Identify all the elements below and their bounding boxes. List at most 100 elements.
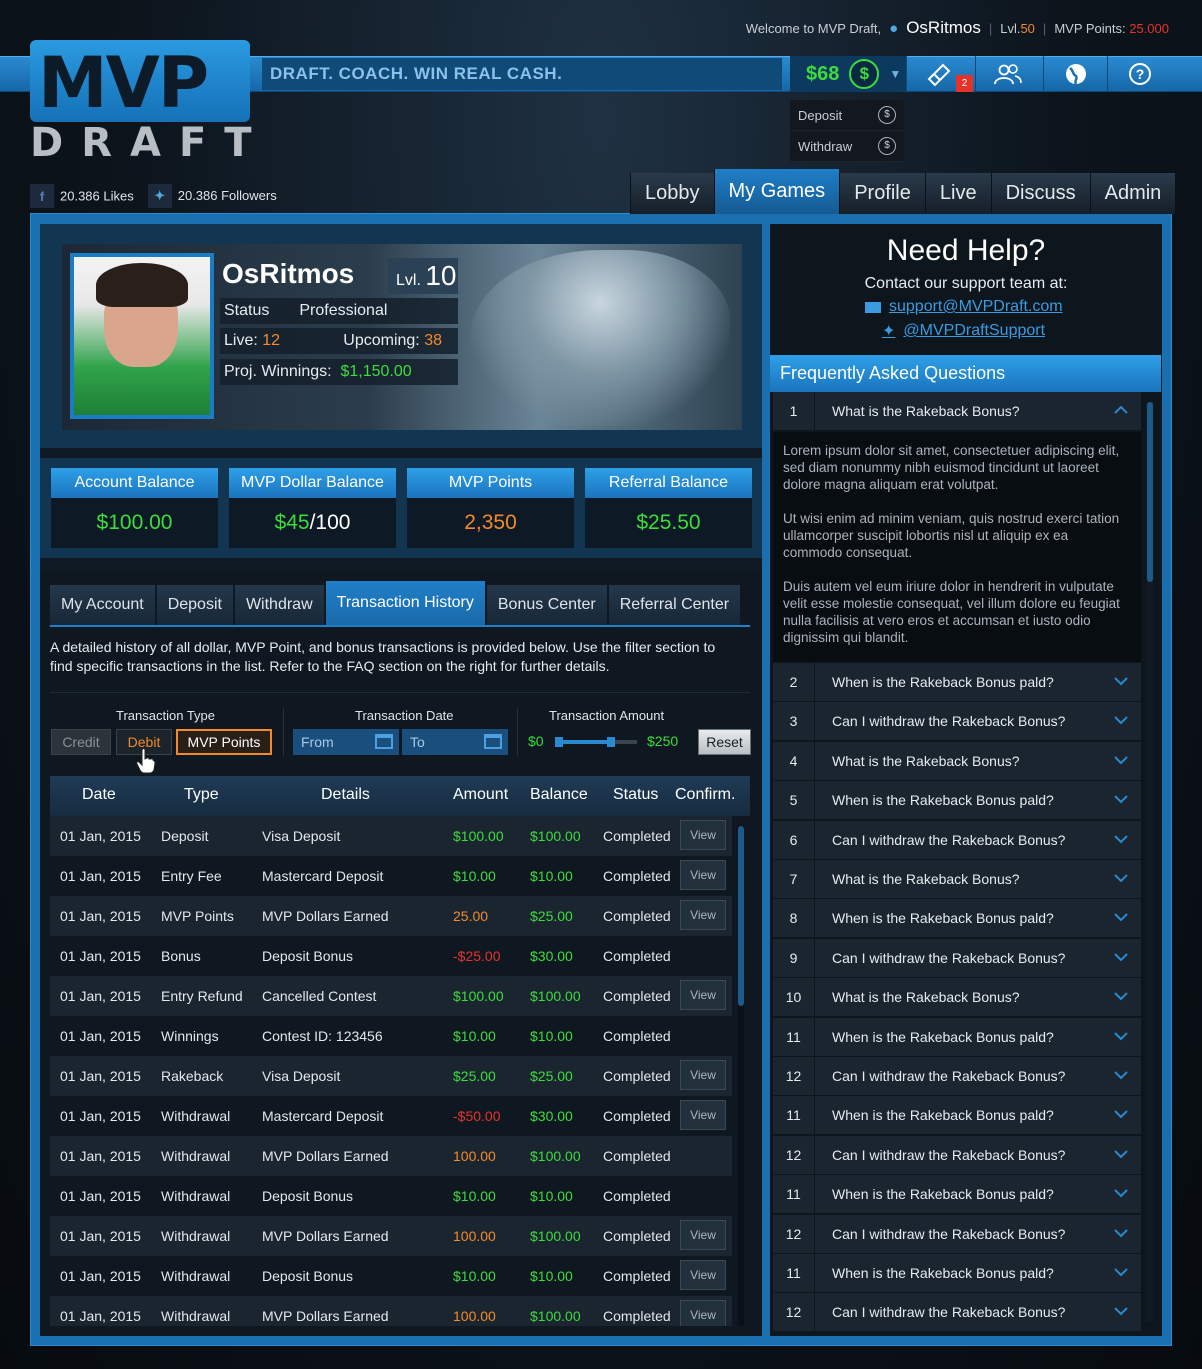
- view-button[interactable]: View: [680, 1260, 726, 1290]
- chevron-down-icon[interactable]: [1114, 791, 1128, 807]
- chevron-down-icon[interactable]: [1114, 1067, 1128, 1083]
- dollar-balance-button[interactable]: $68 $ ▼: [790, 56, 906, 92]
- table-row[interactable]: 01 Jan, 2015 Entry Refund Cancelled Contes…: [50, 976, 732, 1016]
- tab-transaction-history[interactable]: Transaction History: [325, 581, 485, 625]
- chevron-down-icon[interactable]: [1114, 1106, 1128, 1122]
- faq-item[interactable]: 11 When is the Rakeback Bonus pald?: [773, 1254, 1141, 1293]
- menu-item-deposit[interactable]: Deposit $: [790, 100, 904, 131]
- faq-question: When is the Rakeback Bonus pald?: [832, 1265, 1054, 1281]
- calendar-icon[interactable]: [484, 734, 502, 749]
- view-button[interactable]: View: [680, 1220, 726, 1250]
- faq-item[interactable]: 2 When is the Rakeback Bonus pald?: [773, 663, 1141, 702]
- reset-button[interactable]: Reset: [698, 729, 751, 755]
- faq-item[interactable]: 7 What is the Rakeback Bonus?: [773, 860, 1141, 899]
- tab-profile[interactable]: Profile: [839, 173, 925, 214]
- slider-max-handle[interactable]: [607, 737, 615, 747]
- faq-item[interactable]: 9 Can I withdraw the Rakeback Bonus?: [773, 938, 1141, 978]
- tab-deposit[interactable]: Deposit: [156, 585, 233, 625]
- tab-lobby[interactable]: Lobby: [630, 173, 714, 214]
- chevron-down-icon[interactable]: [1114, 1146, 1128, 1162]
- twitter-followers[interactable]: ✦ 20.386 Followers: [147, 184, 277, 208]
- slider-min-handle[interactable]: [555, 737, 563, 747]
- chevron-down-icon[interactable]: [1114, 988, 1128, 1004]
- table-row[interactable]: 01 Jan, 2015 Withdrawal Deposit Bonus $10.0…: [50, 1256, 732, 1296]
- view-button[interactable]: View: [680, 1060, 726, 1090]
- facebook-likes[interactable]: f 20.386 Likes: [30, 184, 134, 208]
- friends-icon[interactable]: [975, 56, 1039, 92]
- faq-item[interactable]: 12 Can I withdraw the Rakeback Bonus?: [773, 1135, 1141, 1175]
- support-twitter-link[interactable]: ✦ @MVPDraftSupport: [882, 321, 1045, 341]
- chevron-down-icon[interactable]: [1114, 673, 1128, 689]
- faq-item[interactable]: 8 When is the Rakeback Bonus pald?: [773, 899, 1141, 939]
- date-to-field[interactable]: To: [402, 729, 508, 755]
- table-row[interactable]: 01 Jan, 2015 Withdrawal MVP Dollars Earned…: [50, 1296, 732, 1326]
- faq-item[interactable]: 12 Can I withdraw the Rakeback Bonus?: [773, 1057, 1141, 1096]
- table-row[interactable]: 01 Jan, 2015 MVP Points MVP Dollars Earned…: [50, 896, 732, 936]
- faq-item[interactable]: 10 What is the Rakeback Bonus?: [773, 978, 1141, 1018]
- date-from-field[interactable]: From: [293, 729, 399, 755]
- tab-bonus-center[interactable]: Bonus Center: [486, 585, 607, 625]
- filter-mvp-points-button[interactable]: MVP Points: [176, 729, 272, 755]
- faq-question: What is the Rakeback Bonus?: [832, 752, 1020, 769]
- chevron-down-icon[interactable]: [1114, 712, 1128, 728]
- table-row[interactable]: 01 Jan, 2015 Withdrawal Mastercard Deposit…: [50, 1096, 732, 1136]
- view-button[interactable]: View: [680, 900, 726, 930]
- faq-item[interactable]: 1 What is the Rakeback Bonus?: [773, 392, 1141, 431]
- chevron-down-icon[interactable]: [1114, 1264, 1128, 1280]
- calendar-icon[interactable]: [375, 734, 393, 749]
- cell-amount: 100.00: [453, 1228, 496, 1244]
- tab-discuss[interactable]: Discuss: [990, 173, 1090, 214]
- table-row[interactable]: 01 Jan, 2015 Entry Fee Mastercard Deposit $…: [50, 856, 732, 896]
- chevron-up-icon[interactable]: [1114, 402, 1128, 418]
- tab-my-account[interactable]: My Account: [50, 585, 155, 625]
- amount-range-slider[interactable]: [555, 737, 637, 747]
- faq-item[interactable]: 5 When is the Rakeback Bonus pald?: [773, 781, 1141, 821]
- chevron-down-icon[interactable]: [1114, 949, 1128, 965]
- faq-item[interactable]: 6 Can I withdraw the Rakeback Bonus?: [773, 820, 1141, 860]
- view-button[interactable]: View: [680, 860, 726, 890]
- avatar[interactable]: [70, 253, 214, 419]
- chevron-down-icon[interactable]: [1114, 870, 1128, 886]
- table-scrollbar[interactable]: [738, 826, 744, 1326]
- faq-scrollbar[interactable]: [1146, 402, 1154, 1322]
- faq-item[interactable]: 3 Can I withdraw the Rakeback Bonus?: [773, 702, 1141, 742]
- tab-withdraw[interactable]: Withdraw: [234, 585, 324, 625]
- globe-icon[interactable]: [1043, 56, 1107, 92]
- tab-referral-center[interactable]: Referral Center: [608, 585, 741, 625]
- chevron-down-icon[interactable]: [1114, 1303, 1128, 1319]
- view-button[interactable]: View: [680, 1100, 726, 1130]
- header-username[interactable]: OsRitmos: [906, 18, 981, 38]
- mvp-draft-logo[interactable]: MVP DRAFT: [30, 40, 252, 166]
- faq-item[interactable]: 11 When is the Rakeback Bonus pald?: [773, 1017, 1141, 1057]
- support-email-link[interactable]: support@MVPDraft.com: [865, 298, 1063, 316]
- chevron-down-icon[interactable]: [1114, 752, 1128, 768]
- faq-item[interactable]: 11 When is the Rakeback Bonus pald?: [773, 1175, 1141, 1215]
- table-row[interactable]: 01 Jan, 2015 Deposit Visa Deposit $100.00 $1…: [50, 816, 732, 856]
- view-button[interactable]: View: [680, 1300, 726, 1326]
- menu-item-withdraw[interactable]: Withdraw $: [790, 131, 904, 162]
- tab-live[interactable]: Live: [924, 173, 991, 214]
- tab-my-games[interactable]: My Games: [713, 169, 840, 214]
- dollar-remove-icon: $: [878, 137, 896, 155]
- chevron-down-icon[interactable]: [1114, 1185, 1128, 1201]
- chevron-down-icon[interactable]: [1114, 831, 1128, 847]
- faq-item[interactable]: 12 Can I withdraw the Rakeback Bonus?: [773, 1293, 1141, 1333]
- faq-item[interactable]: 4 What is the Rakeback Bonus?: [773, 741, 1141, 781]
- chevron-down-icon[interactable]: [1114, 909, 1128, 925]
- table-row[interactable]: 01 Jan, 2015 Rakeback Visa Deposit $25.00 $2…: [50, 1056, 732, 1096]
- table-row[interactable]: 01 Jan, 2015 Withdrawal MVP Dollars Earned…: [50, 1136, 732, 1176]
- faq-item[interactable]: 11 When is the Rakeback Bonus pald?: [773, 1096, 1141, 1136]
- chevron-down-icon[interactable]: [1114, 1225, 1128, 1241]
- cell-balance: $25.00: [530, 1068, 573, 1084]
- table-row[interactable]: 01 Jan, 2015 Withdrawal Deposit Bonus $10.0…: [50, 1176, 732, 1216]
- tab-admin[interactable]: Admin: [1089, 173, 1176, 214]
- view-button[interactable]: View: [680, 980, 726, 1010]
- table-row[interactable]: 01 Jan, 2015 Winnings Contest ID: 123456 $1…: [50, 1016, 732, 1056]
- table-row[interactable]: 01 Jan, 2015 Bonus Deposit Bonus -$25.00 $30…: [50, 936, 732, 976]
- faq-item[interactable]: 12 Can I withdraw the Rakeback Bonus?: [773, 1214, 1141, 1254]
- view-button[interactable]: View: [680, 820, 726, 850]
- help-icon[interactable]: ?: [1107, 56, 1171, 92]
- chevron-down-icon[interactable]: [1114, 1028, 1128, 1044]
- table-row[interactable]: 01 Jan, 2015 Withdrawal MVP Dollars Earned…: [50, 1216, 732, 1256]
- filter-credit-button[interactable]: Credit: [51, 729, 111, 755]
